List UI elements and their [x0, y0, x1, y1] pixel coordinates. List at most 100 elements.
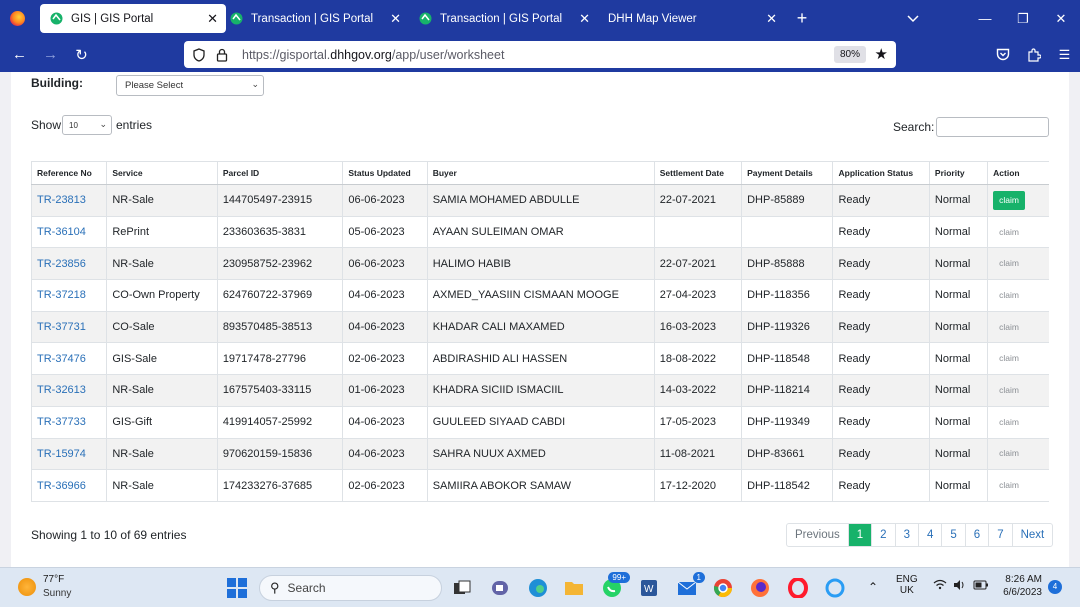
- teams-chat-icon[interactable]: [488, 576, 512, 600]
- temperature[interactable]: 77°F: [43, 574, 64, 585]
- address-bar[interactable]: https://gisportal.dhhgov.org/app/user/wo…: [184, 41, 896, 68]
- tab-gis-portal[interactable]: GIS | GIS Portal ✕: [40, 4, 226, 33]
- pagination-page[interactable]: 5: [941, 524, 964, 546]
- column-header[interactable]: Parcel ID: [216, 161, 344, 185]
- minimize-window-icon[interactable]: —: [966, 0, 1004, 37]
- close-tab-icon[interactable]: ✕: [766, 11, 777, 27]
- column-header[interactable]: Buyer: [426, 161, 655, 185]
- claim-button[interactable]: claim: [993, 476, 1025, 495]
- building-select[interactable]: Please Select ⌄: [116, 75, 264, 96]
- claim-button[interactable]: claim: [993, 349, 1025, 368]
- show-label: Show: [31, 118, 62, 132]
- reference-link[interactable]: TR-15974: [37, 448, 86, 460]
- reference-link[interactable]: TR-37218: [37, 289, 86, 301]
- firefox-menu-icon[interactable]: [0, 0, 34, 37]
- show-hidden-icons-chevron-icon[interactable]: ⌃: [868, 580, 878, 594]
- column-header[interactable]: Payment Details: [741, 161, 834, 185]
- pagination-previous[interactable]: Previous: [787, 524, 848, 546]
- new-tab-icon[interactable]: +: [785, 8, 819, 29]
- pagination-page[interactable]: 1: [847, 524, 872, 546]
- close-tab-icon[interactable]: ✕: [207, 11, 218, 27]
- pagination-next[interactable]: Next: [1011, 524, 1053, 546]
- pocket-icon[interactable]: [987, 37, 1018, 72]
- file-explorer-icon[interactable]: [562, 576, 586, 600]
- building-select-value: Please Select: [125, 80, 184, 91]
- pagination-page[interactable]: 7: [988, 524, 1011, 546]
- reference-link[interactable]: TR-36966: [37, 480, 86, 492]
- claim-button[interactable]: claim: [993, 223, 1025, 242]
- claim-button[interactable]: claim: [993, 286, 1025, 305]
- windows-start-icon[interactable]: [225, 576, 249, 600]
- edge-browser-icon[interactable]: [526, 576, 550, 600]
- sun-weather-icon[interactable]: [18, 578, 36, 596]
- claim-button[interactable]: claim: [993, 318, 1025, 337]
- extensions-puzzle-icon[interactable]: [1018, 37, 1049, 72]
- claim-button[interactable]: claim: [993, 190, 1025, 210]
- table-cell: DHP-118214: [741, 374, 834, 407]
- table-cell: 970620159-15836: [216, 437, 344, 471]
- column-header[interactable]: Settlement Date: [653, 161, 743, 185]
- whatsapp-icon[interactable]: 99+: [600, 572, 630, 600]
- weather-condition[interactable]: Sunny: [43, 588, 71, 599]
- volume-icon[interactable]: [953, 579, 966, 594]
- close-tab-icon[interactable]: ✕: [390, 11, 401, 27]
- claim-button[interactable]: claim: [993, 444, 1025, 463]
- forward-arrow-icon[interactable]: →: [35, 37, 66, 72]
- url-text[interactable]: https://gisportal.dhhgov.org/app/user/wo…: [242, 48, 504, 62]
- notification-count-badge[interactable]: 4: [1048, 580, 1062, 594]
- table-search-input[interactable]: [936, 117, 1049, 137]
- table-cell: Normal: [928, 469, 989, 502]
- column-header[interactable]: Reference No: [30, 161, 108, 185]
- wifi-icon[interactable]: [933, 579, 947, 593]
- table-row: TR-37731 CO-Sale 893570485-38513 04-06-2023…: [30, 310, 1049, 344]
- reload-icon[interactable]: ↻: [66, 37, 97, 72]
- language-indicator[interactable]: ENG UK: [896, 574, 918, 596]
- hamburger-menu-icon[interactable]: ☰: [1049, 37, 1080, 72]
- application-status-cell: Ready: [838, 321, 871, 334]
- pagination-page[interactable]: 2: [871, 524, 894, 546]
- column-header[interactable]: Priority: [928, 161, 989, 185]
- opera-icon[interactable]: [786, 576, 810, 600]
- tab-transaction-1[interactable]: Transaction | GIS Portal ✕: [220, 0, 409, 37]
- firefox-icon[interactable]: [748, 576, 772, 600]
- reference-link[interactable]: TR-37476: [37, 353, 86, 365]
- column-header[interactable]: Status Updated: [342, 161, 428, 185]
- entries-per-page-select[interactable]: 10 ⌄: [62, 115, 112, 135]
- reference-link[interactable]: TR-36104: [37, 226, 86, 238]
- system-clock[interactable]: 8:26 AM 6/6/2023: [1003, 574, 1042, 598]
- task-view-icon[interactable]: [450, 576, 474, 600]
- column-header[interactable]: Service: [106, 161, 218, 185]
- reference-link[interactable]: TR-37733: [37, 416, 86, 428]
- app-icon[interactable]: [823, 576, 847, 600]
- close-tab-icon[interactable]: ✕: [579, 11, 590, 27]
- restore-window-icon[interactable]: ❐: [1004, 0, 1042, 37]
- bookmark-star-icon[interactable]: ★: [875, 45, 888, 63]
- reference-link[interactable]: TR-23856: [37, 258, 86, 270]
- column-header[interactable]: Application Status: [832, 161, 930, 185]
- pagination-page[interactable]: 4: [917, 524, 941, 546]
- table-cell: 04-06-2023: [342, 405, 428, 439]
- claim-button[interactable]: claim: [993, 381, 1025, 400]
- zoom-level-badge[interactable]: 80%: [833, 46, 866, 63]
- tracking-protection-shield-icon[interactable]: [192, 47, 206, 62]
- word-icon[interactable]: W: [637, 576, 661, 600]
- pagination-page[interactable]: 6: [964, 524, 988, 546]
- mail-icon[interactable]: 1: [675, 572, 705, 600]
- lock-icon[interactable]: [216, 48, 228, 62]
- reference-link[interactable]: TR-23813: [37, 194, 86, 206]
- priority-cell: Normal: [934, 321, 971, 334]
- tab-dhh-map-viewer[interactable]: DHH Map Viewer ✕: [598, 0, 785, 37]
- close-window-icon[interactable]: ✕: [1042, 0, 1080, 37]
- battery-icon[interactable]: [973, 580, 989, 593]
- pagination-page[interactable]: 3: [894, 524, 918, 546]
- taskbar-search-box[interactable]: ⚲ Search: [259, 575, 442, 601]
- list-tabs-chevron-icon[interactable]: [902, 0, 924, 37]
- chrome-icon[interactable]: [711, 576, 735, 600]
- claim-button[interactable]: claim: [993, 413, 1025, 432]
- claim-button[interactable]: claim: [993, 254, 1025, 273]
- tab-transaction-2[interactable]: Transaction | GIS Portal ✕: [409, 0, 598, 37]
- reference-link[interactable]: TR-37731: [37, 321, 86, 333]
- reference-link[interactable]: TR-32613: [37, 384, 86, 396]
- back-arrow-icon[interactable]: ←: [4, 37, 35, 72]
- status-updated-cell: 04-06-2023: [348, 447, 405, 460]
